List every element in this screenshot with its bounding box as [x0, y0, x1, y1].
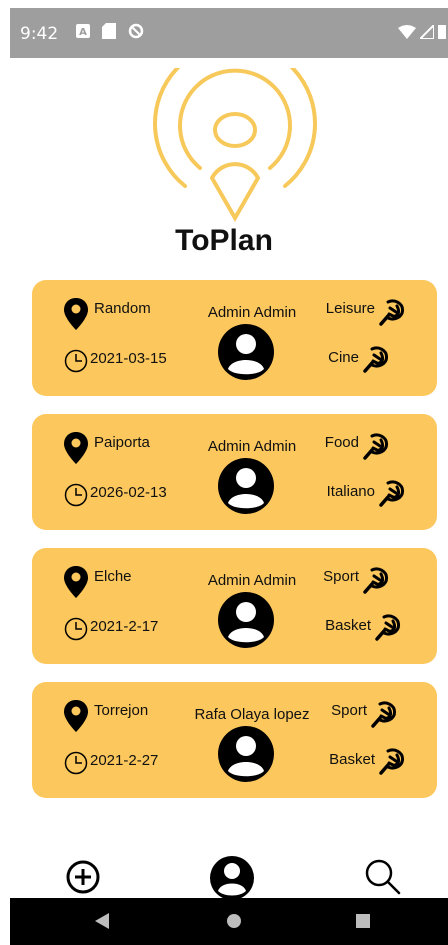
- plan-subcategory: Basket: [329, 751, 375, 768]
- plan-category: Food: [324, 434, 359, 451]
- a-badge-icon: A: [76, 24, 90, 38]
- svg-text:A: A: [79, 27, 87, 38]
- location-pin-icon: [64, 700, 88, 732]
- app-title: ToPlan: [175, 224, 273, 257]
- plan-category: Sport: [331, 702, 367, 719]
- location-pin-icon: [64, 432, 88, 464]
- location-pin-icon: [64, 566, 88, 598]
- profile-icon[interactable]: [207, 850, 257, 900]
- avatar-icon: [218, 726, 274, 782]
- status-notification-icons: A: [76, 23, 144, 39]
- plan-location: Paiporta: [94, 434, 150, 451]
- screen-edge: [0, 0, 10, 945]
- plan-card[interactable]: Random 2021-03-15 Admin Admin Leisure Ci…: [32, 280, 437, 396]
- planning-icon: [379, 299, 405, 326]
- plan-subcategory: Basket: [325, 617, 371, 634]
- plan-owner: Admin Admin: [207, 572, 297, 589]
- bottom-navigation: [10, 850, 448, 900]
- sd-card-icon: [102, 23, 116, 39]
- avatar-icon: [218, 324, 274, 380]
- avatar-icon: [218, 458, 274, 514]
- plan-location: Torrejon: [94, 702, 149, 719]
- avatar-icon: [218, 592, 274, 648]
- system-navigation-bar: [10, 898, 448, 945]
- search-icon[interactable]: [358, 850, 408, 900]
- clock-icon: [64, 483, 88, 507]
- plan-owner: Admin Admin: [207, 304, 297, 321]
- planning-icon: [375, 614, 401, 641]
- plan-location: Elche: [94, 568, 132, 585]
- plan-date: 2021-03-15: [90, 350, 167, 367]
- plan-owner: Rafa Olaya lopez: [194, 706, 310, 723]
- status-system-icons: [398, 24, 446, 39]
- toplan-logo-icon: [153, 68, 317, 223]
- clock-icon: [64, 349, 88, 373]
- location-pin-icon: [64, 298, 88, 330]
- plan-date: 2021-2-27: [90, 752, 159, 769]
- clock-icon: [64, 617, 88, 641]
- plan-category: Leisure: [325, 300, 375, 317]
- plan-subcategory: Italiano: [326, 483, 375, 500]
- plan-owner: Admin Admin: [207, 438, 297, 455]
- planning-icon: [363, 567, 389, 594]
- data-saver-icon: [128, 23, 144, 39]
- plan-date: 2021-2-17: [90, 618, 159, 635]
- battery-icon: [438, 25, 446, 39]
- plan-card[interactable]: Elche 2021-2-17 Admin Admin Sport Basket: [32, 548, 437, 664]
- plan-date: 2026-02-13: [90, 484, 167, 501]
- back-icon[interactable]: [93, 911, 111, 931]
- planning-icon: [371, 701, 397, 728]
- planning-icon: [363, 433, 389, 460]
- plan-location: Random: [94, 300, 151, 317]
- status-bar: 9:42 A: [10, 8, 448, 58]
- plan-card[interactable]: Paiporta 2026-02-13 Admin Admin Food Ita…: [32, 414, 437, 530]
- status-time: 9:42: [20, 24, 59, 44]
- planning-icon: [379, 480, 405, 507]
- add-plan-icon[interactable]: [58, 850, 108, 900]
- plan-category: Sport: [323, 568, 359, 585]
- recents-icon[interactable]: [354, 911, 372, 931]
- home-icon[interactable]: [224, 911, 244, 931]
- plan-subcategory: Cine: [328, 349, 359, 366]
- planning-icon: [363, 346, 389, 373]
- clock-icon: [64, 751, 88, 775]
- signal-icon: [420, 24, 434, 39]
- wifi-icon: [398, 24, 416, 39]
- plan-card[interactable]: Torrejon 2021-2-27 Rafa Olaya lopez Spor…: [32, 682, 437, 798]
- planning-icon: [379, 748, 405, 775]
